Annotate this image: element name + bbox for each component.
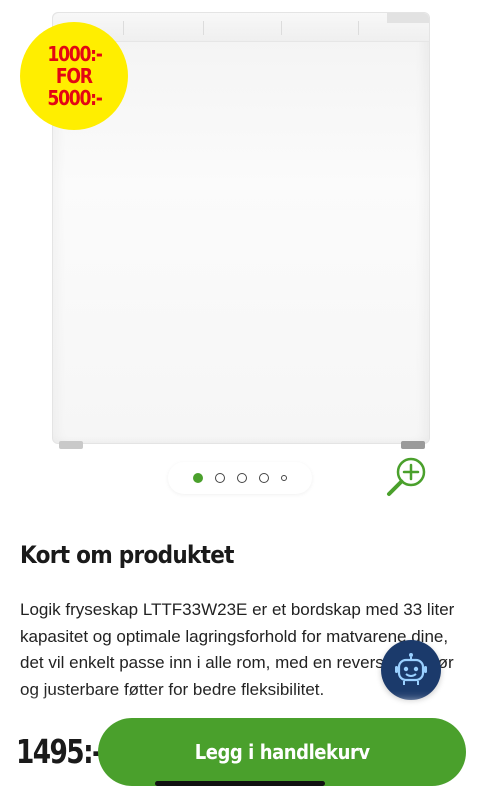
gallery-dot-1[interactable]	[193, 473, 203, 483]
gallery-pagination	[168, 462, 312, 494]
promo-badge: 1000:- FOR 5000:-	[20, 22, 128, 130]
product-price: 1495:-	[16, 732, 103, 771]
section-title: Kort om produktet	[20, 541, 235, 569]
gallery-dot-3[interactable]	[237, 473, 247, 483]
gallery-dot-5[interactable]	[281, 475, 287, 481]
promo-badge-line2: FOR	[56, 64, 93, 88]
fridge-hinge	[387, 13, 429, 23]
promo-badge-line1: 1000:-	[46, 42, 102, 66]
fridge-foot-left	[59, 441, 83, 449]
home-indicator[interactable]	[155, 781, 325, 786]
promo-badge-line3: 5000:-	[46, 86, 102, 110]
add-to-cart-button[interactable]: Legg i handlekurv	[98, 718, 466, 786]
product-image-gallery[interactable]: 1000:- FOR 5000:-	[0, 0, 480, 505]
fridge-foot-right	[401, 441, 425, 449]
gallery-dot-4[interactable]	[259, 473, 269, 483]
add-to-cart-label: Legg i handlekurv	[194, 740, 370, 764]
gallery-dot-2[interactable]	[215, 473, 225, 483]
robot-icon	[395, 653, 427, 685]
chat-assistant-button[interactable]	[381, 640, 441, 700]
zoom-in-icon[interactable]	[384, 454, 430, 500]
